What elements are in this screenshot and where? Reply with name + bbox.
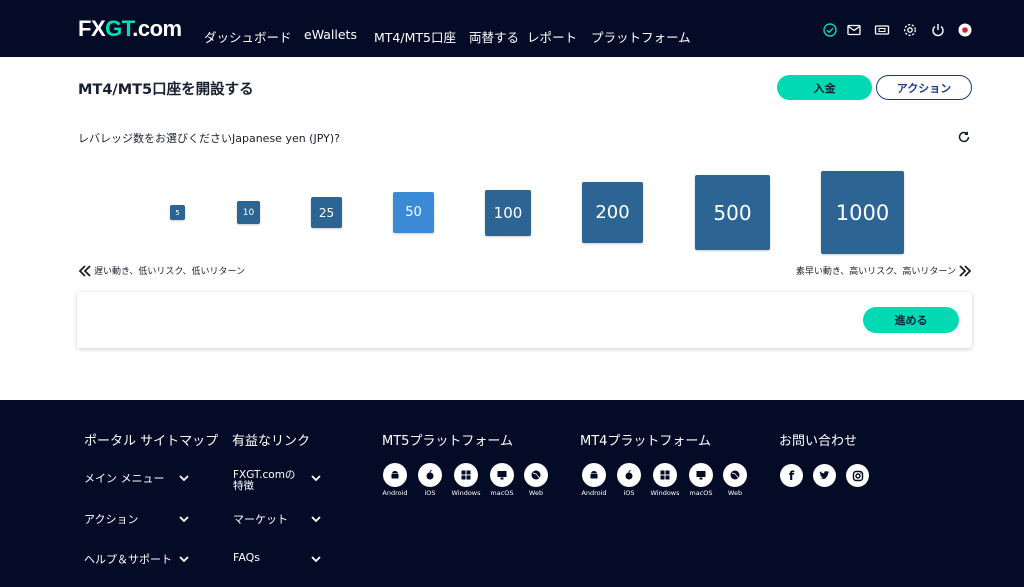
mt4-ios-icon[interactable] <box>617 463 641 487</box>
leverage-option-100[interactable]: 100 <box>485 190 531 236</box>
footer-link-help-support[interactable]: ヘルプ＆サポート <box>84 551 172 567</box>
footer-link-markets[interactable]: マーケット <box>233 511 288 527</box>
proceed-card <box>77 292 972 348</box>
mt4-windows-label: Windows <box>650 489 680 497</box>
deposit-button[interactable]: 入金 <box>777 75 872 100</box>
double-chevron-left-icon <box>78 264 91 277</box>
chevron-down-icon[interactable] <box>179 556 189 563</box>
leverage-option-1000[interactable]: 1000 <box>821 171 904 254</box>
mt5-web-label: Web <box>528 489 544 497</box>
ticket-icon[interactable] <box>874 22 890 38</box>
footer-heading-portal-sitemap: ポータル サイトマップ <box>84 434 219 449</box>
instagram-icon[interactable] <box>846 464 869 487</box>
fast-risk-label: 素早い動き、高いリスク、高いリターン <box>795 267 956 277</box>
chevron-down-icon[interactable] <box>311 516 321 523</box>
leverage-option-50[interactable]: 50 <box>393 192 434 233</box>
leverage-option-200[interactable]: 200 <box>582 182 643 243</box>
mt5-windows-icon[interactable] <box>454 463 478 487</box>
slow-risk-label: 遅い動き、低いリスク、低いリターン <box>94 267 246 277</box>
footer-link-fxgt-features[interactable]: FXGT.comの特徴 <box>233 470 305 492</box>
mt5-web-icon[interactable] <box>524 463 548 487</box>
refresh-icon[interactable] <box>957 130 971 144</box>
action-button[interactable]: アクション <box>876 75 972 100</box>
top-navigation-bar: FXGT.com ダッシュボード eWallets MT4/MT5口座 両替する… <box>0 0 1024 57</box>
mail-icon[interactable] <box>846 22 862 38</box>
chevron-down-icon[interactable] <box>179 475 189 482</box>
facebook-icon[interactable]: f <box>780 464 803 487</box>
footer-heading-useful-links: 有益なリンク <box>232 434 311 449</box>
twitter-icon[interactable] <box>813 464 836 487</box>
mt5-ios-icon[interactable] <box>418 463 442 487</box>
footer-link-main-menu[interactable]: メイン メニュー <box>84 470 165 486</box>
footer-link-faqs[interactable]: FAQs <box>233 551 260 564</box>
mt5-android-icon[interactable] <box>383 463 407 487</box>
footer-heading-contact: お問い合わせ <box>779 434 858 449</box>
mt4-android-label: Android <box>581 489 607 497</box>
mt5-android-label: Android <box>382 489 408 497</box>
chevron-down-icon[interactable] <box>311 475 321 482</box>
mt5-windows-label: Windows <box>451 489 481 497</box>
leverage-option-5[interactable]: 5 <box>170 205 185 220</box>
footer-heading-mt5-platform: MT5プラットフォーム <box>382 434 514 449</box>
mt4-ios-label: iOS <box>623 489 635 497</box>
mt5-ios-label: iOS <box>424 489 436 497</box>
nav-item-reports[interactable]: レポート <box>527 27 577 46</box>
mt4-android-icon[interactable] <box>582 463 606 487</box>
slow-risk-caption: 遅い動き、低いリスク、低いリターン <box>78 264 245 277</box>
fast-risk-caption: 素早い動き、高いリスク、高いリターン <box>796 264 972 277</box>
leverage-option-10[interactable]: 10 <box>237 201 260 224</box>
mt4-windows-icon[interactable] <box>653 463 677 487</box>
proceed-button[interactable]: 進める <box>863 307 959 333</box>
mt4-macos-icon[interactable] <box>689 463 713 487</box>
nav-item-exchange[interactable]: 両替する <box>469 27 519 46</box>
nav-item-ewallets[interactable]: eWallets <box>304 27 357 42</box>
footer-heading-mt4-platform: MT4プラットフォーム <box>580 434 712 449</box>
double-chevron-right-icon <box>959 264 972 277</box>
nav-item-mt4-mt5-accounts[interactable]: MT4/MT5口座 <box>374 27 456 46</box>
leverage-question: レバレッジ数をお選びくださいJapanese yen (JPY)? <box>78 132 340 145</box>
footer-link-action[interactable]: アクション <box>84 511 138 527</box>
fxgt-logo[interactable]: FXGT.com <box>78 16 182 42</box>
gear-icon[interactable] <box>902 22 918 38</box>
power-icon[interactable] <box>930 22 946 38</box>
page-title: MT4/MT5口座を開設する <box>78 82 254 98</box>
check-circle-icon[interactable] <box>822 22 838 38</box>
leverage-option-500[interactable]: 500 <box>695 175 770 250</box>
mt4-web-icon[interactable] <box>723 463 747 487</box>
chevron-down-icon[interactable] <box>311 556 321 563</box>
mt5-macos-icon[interactable] <box>490 463 514 487</box>
nav-item-platforms[interactable]: プラットフォーム <box>591 27 691 46</box>
mt4-web-label: Web <box>727 489 743 497</box>
leverage-option-25[interactable]: 25 <box>311 197 342 228</box>
chevron-down-icon[interactable] <box>179 516 189 523</box>
nav-item-dashboard[interactable]: ダッシュボード <box>204 27 292 46</box>
japan-flag-icon[interactable] <box>957 22 973 38</box>
